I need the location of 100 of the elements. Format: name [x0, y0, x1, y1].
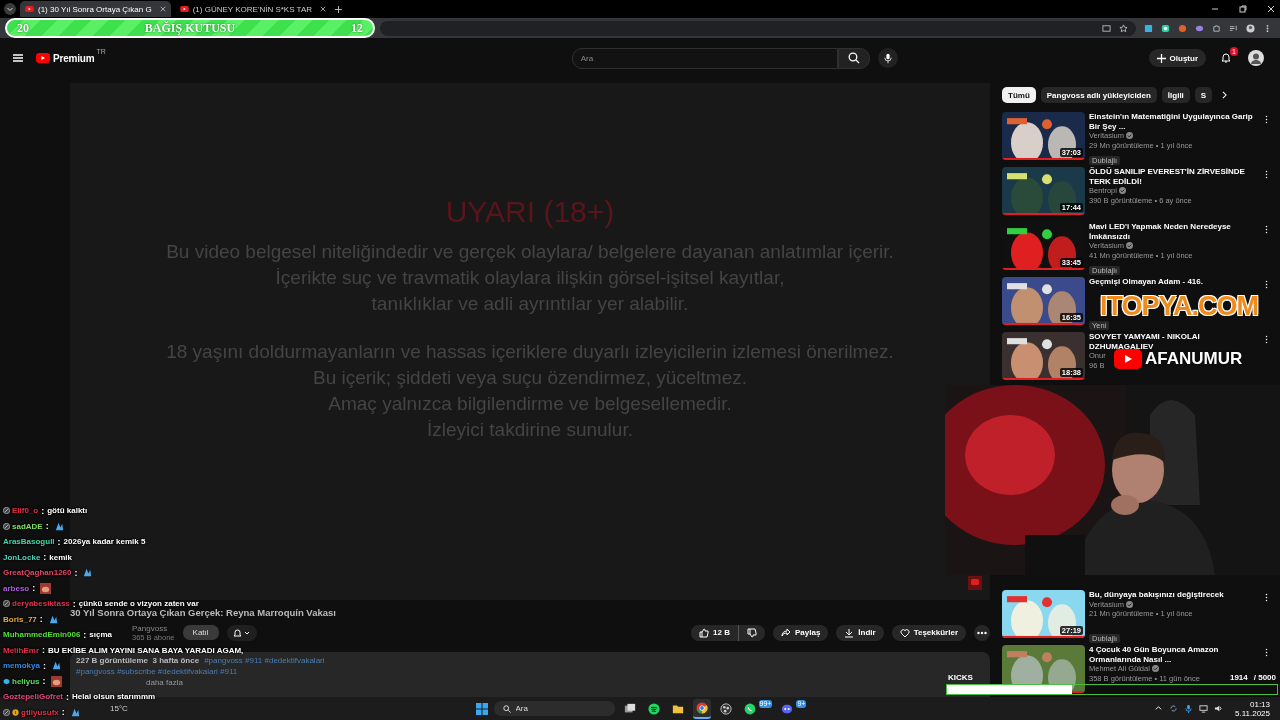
filter-chip[interactable]: İlgili	[1161, 87, 1190, 103]
kicks-goal: / 5000	[1253, 673, 1276, 682]
chat-username[interactable]: ArasBasogull	[3, 537, 55, 547]
emote-icon	[47, 613, 59, 625]
install-icon[interactable]	[1102, 23, 1111, 33]
speaker-icon[interactable]	[1214, 704, 1223, 713]
chat-username[interactable]: deryabesiktass	[12, 599, 70, 609]
share-arrow-icon	[780, 627, 791, 638]
chat-username[interactable]: gtliyusufx	[21, 707, 59, 717]
chat-username[interactable]: MelihEmr	[3, 645, 39, 655]
chevron-right-icon[interactable]	[1221, 91, 1229, 99]
video-title[interactable]: ÖLDÜ SANILIP EVEREST'İN ZİRVESİNDE TERK EDİLDİ!	[1089, 167, 1261, 186]
more-icon	[977, 630, 987, 635]
video-title[interactable]: Mavi LED'i Yapmak Neden Neredeyse İmkânsızdı	[1089, 222, 1261, 241]
download-button[interactable]: İndir	[836, 624, 884, 641]
chat-username[interactable]: GoztepeliGofret	[3, 692, 63, 702]
more-icon[interactable]	[1265, 593, 1268, 602]
chat-separator: :	[60, 707, 66, 718]
weather-temperature[interactable]: 15°C	[110, 704, 128, 713]
close-icon[interactable]	[320, 6, 327, 12]
channel-watermark-icon[interactable]	[968, 576, 982, 590]
video-title[interactable]: 4 Çocuk 40 Gün Boyunca Amazon Ormanlarında Nasıl ...	[1089, 645, 1261, 664]
chat-username[interactable]: JonLocke	[3, 552, 41, 562]
media-icon[interactable]	[1229, 23, 1238, 33]
video-title[interactable]: Geçmişi Olmayan Adam - 416.	[1089, 277, 1203, 287]
emote-icon	[53, 520, 65, 532]
taskbar-app[interactable]	[692, 698, 711, 719]
avatar-icon[interactable]	[1246, 23, 1255, 33]
chat-username[interactable]: MuhammedEmin006	[3, 630, 81, 640]
emote-icon	[50, 660, 62, 672]
star-icon[interactable]	[1119, 23, 1128, 33]
chevron-up-icon[interactable]	[1154, 704, 1163, 713]
browser-tab[interactable]: (1) 30 Yıl Sonra Ortaya Çıkan G	[20, 1, 171, 17]
channel-logo-text: AFANUMUR	[1145, 349, 1243, 369]
video-title[interactable]: Bu, dünyaya bakışınızı değiştirecek	[1089, 590, 1224, 600]
join-button[interactable]: Katıl	[182, 625, 219, 640]
chat-username[interactable]: heliyus	[12, 676, 40, 686]
obs-icon	[719, 702, 732, 715]
video-title[interactable]: SOVYET YAMYAMI - NIKOLAI DZHUMAGALIEV	[1089, 332, 1261, 351]
youtube-logo-icon	[179, 6, 189, 12]
thumbs-up-icon	[699, 627, 710, 638]
extension-icon[interactable]	[1161, 23, 1170, 33]
microphone-icon[interactable]	[1184, 704, 1193, 713]
chat-username[interactable]: Boris_77	[3, 614, 37, 624]
new-tab-icon[interactable]	[335, 5, 343, 13]
restore-icon[interactable]	[1238, 4, 1248, 14]
video-title[interactable]: Einstein'ın Matematiğini Uygulayınca Garip Bir Şey ...	[1089, 112, 1261, 131]
more-icon[interactable]	[1265, 280, 1268, 289]
extension-icon[interactable]	[1144, 23, 1153, 33]
donation-count: 12	[351, 20, 363, 36]
chat-username[interactable]: memokya	[3, 661, 40, 671]
search-field[interactable]: Ara	[571, 47, 838, 69]
filter-chip[interactable]: Pangvoss adlı yükleyiciden	[1040, 87, 1157, 103]
show-more-link[interactable]: daha fazla	[146, 678, 183, 688]
close-icon[interactable]	[1266, 4, 1276, 14]
menu-icon[interactable]	[12, 52, 24, 64]
emote-icon	[69, 706, 81, 718]
sync-icon[interactable]	[1169, 704, 1178, 713]
more-icon[interactable]	[1265, 335, 1268, 344]
create-button[interactable]: Oluştur	[1148, 49, 1206, 67]
tab-list-icon[interactable]	[4, 3, 16, 15]
like-button[interactable]: 12 B	[691, 624, 739, 641]
subscription-bell-button[interactable]	[226, 624, 257, 641]
youtube-logo-icon[interactable]	[36, 53, 50, 63]
puzzle-icon[interactable]	[1212, 23, 1221, 33]
more-icon[interactable]	[1265, 648, 1268, 657]
chat-username[interactable]: GreatQaghan1260	[3, 568, 72, 578]
taskbar-search-field[interactable]: Ara	[493, 701, 615, 716]
more-icon[interactable]	[1265, 225, 1268, 234]
share-button[interactable]: Paylaş	[772, 624, 829, 641]
chat-username[interactable]: Elif0_o	[12, 506, 39, 516]
channel-name[interactable]: Pangvoss	[132, 623, 175, 633]
bell-icon[interactable]	[1220, 52, 1232, 64]
filter-chip[interactable]: Tümü	[1002, 87, 1036, 103]
hashtags[interactable]: #pangvoss #911 #dedektifvakalari	[204, 656, 325, 666]
chat-separator: :	[65, 691, 70, 702]
spotify-icon	[647, 702, 660, 715]
chat-username[interactable]: sadADE	[12, 521, 43, 531]
clock-time[interactable]: 01:13	[1250, 699, 1270, 709]
chat-message: 2026ya kadar kemik 5	[63, 537, 146, 547]
more-icon[interactable]	[1265, 170, 1268, 179]
hashtags[interactable]: #pangvoss #subscribe #dedektifvakalari #911	[76, 667, 238, 677]
chat-separator: :	[56, 536, 62, 547]
windows-start-icon[interactable]	[475, 702, 488, 715]
search-button[interactable]	[837, 47, 870, 69]
more-button[interactable]	[974, 624, 990, 641]
emote-icon	[82, 567, 94, 579]
avatar-icon[interactable]	[1248, 50, 1264, 66]
filter-chip[interactable]: S	[1194, 87, 1213, 103]
thumbs-down-icon	[746, 627, 757, 638]
monitor-icon[interactable]	[1199, 704, 1208, 713]
more-icon[interactable]	[1265, 115, 1268, 124]
microphone-button[interactable]	[877, 48, 898, 68]
search-icon	[502, 704, 511, 713]
logo-text[interactable]: Premium	[53, 52, 95, 64]
thanks-button[interactable]: Teşekkürler	[891, 624, 966, 641]
kicks-label: KICKS	[948, 673, 973, 682]
chat-username[interactable]: arbeso	[3, 583, 30, 593]
clock-date[interactable]: 5.11.2025	[1235, 708, 1270, 718]
bell-caret-icon	[232, 627, 251, 638]
